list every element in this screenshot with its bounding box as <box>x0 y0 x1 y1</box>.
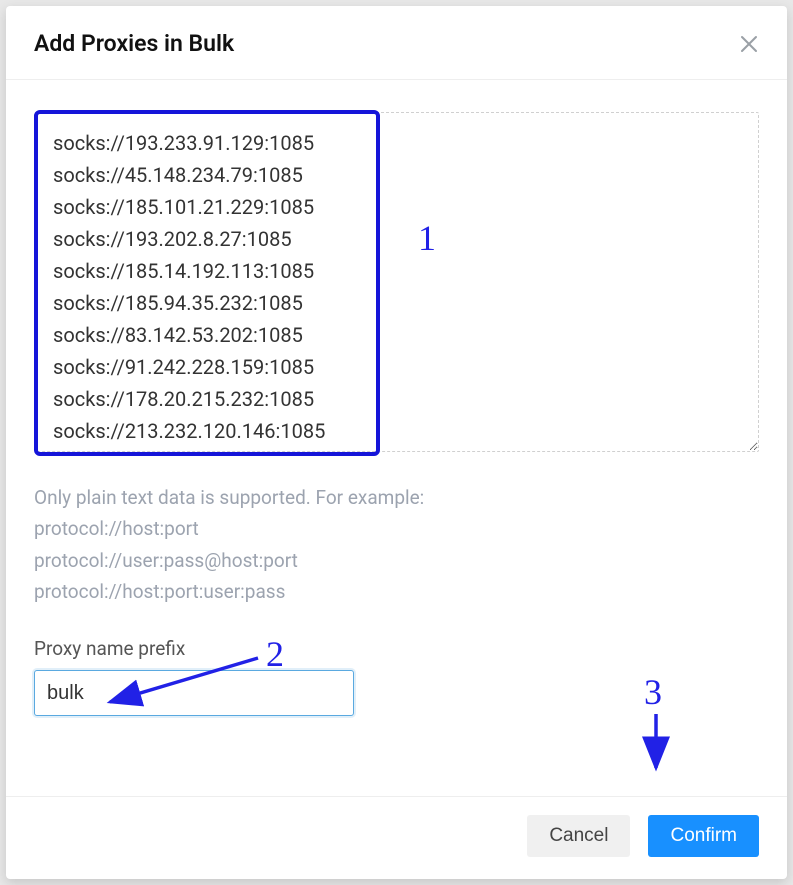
proxy-list-textarea[interactable] <box>34 112 759 452</box>
annotation-number-3: 3 <box>644 674 662 710</box>
close-icon[interactable] <box>739 34 759 54</box>
help-line: protocol://user:pass@host:port <box>34 545 759 576</box>
add-proxies-modal: Add Proxies in Bulk Only plain text data… <box>6 6 787 879</box>
help-line: protocol://host:port <box>34 513 759 544</box>
confirm-button[interactable]: Confirm <box>648 815 759 857</box>
help-line: Only plain text data is supported. For e… <box>34 482 759 513</box>
modal-footer: Cancel Confirm <box>6 796 787 879</box>
help-line: protocol://host:port:user:pass <box>34 576 759 607</box>
proxy-prefix-label: Proxy name prefix <box>34 637 759 660</box>
modal-header: Add Proxies in Bulk <box>6 6 787 80</box>
proxy-prefix-input[interactable] <box>34 670 354 716</box>
modal-title: Add Proxies in Bulk <box>34 30 234 57</box>
cancel-button[interactable]: Cancel <box>527 815 630 857</box>
help-text: Only plain text data is supported. For e… <box>34 482 759 607</box>
modal-body: Only plain text data is supported. For e… <box>6 80 787 796</box>
